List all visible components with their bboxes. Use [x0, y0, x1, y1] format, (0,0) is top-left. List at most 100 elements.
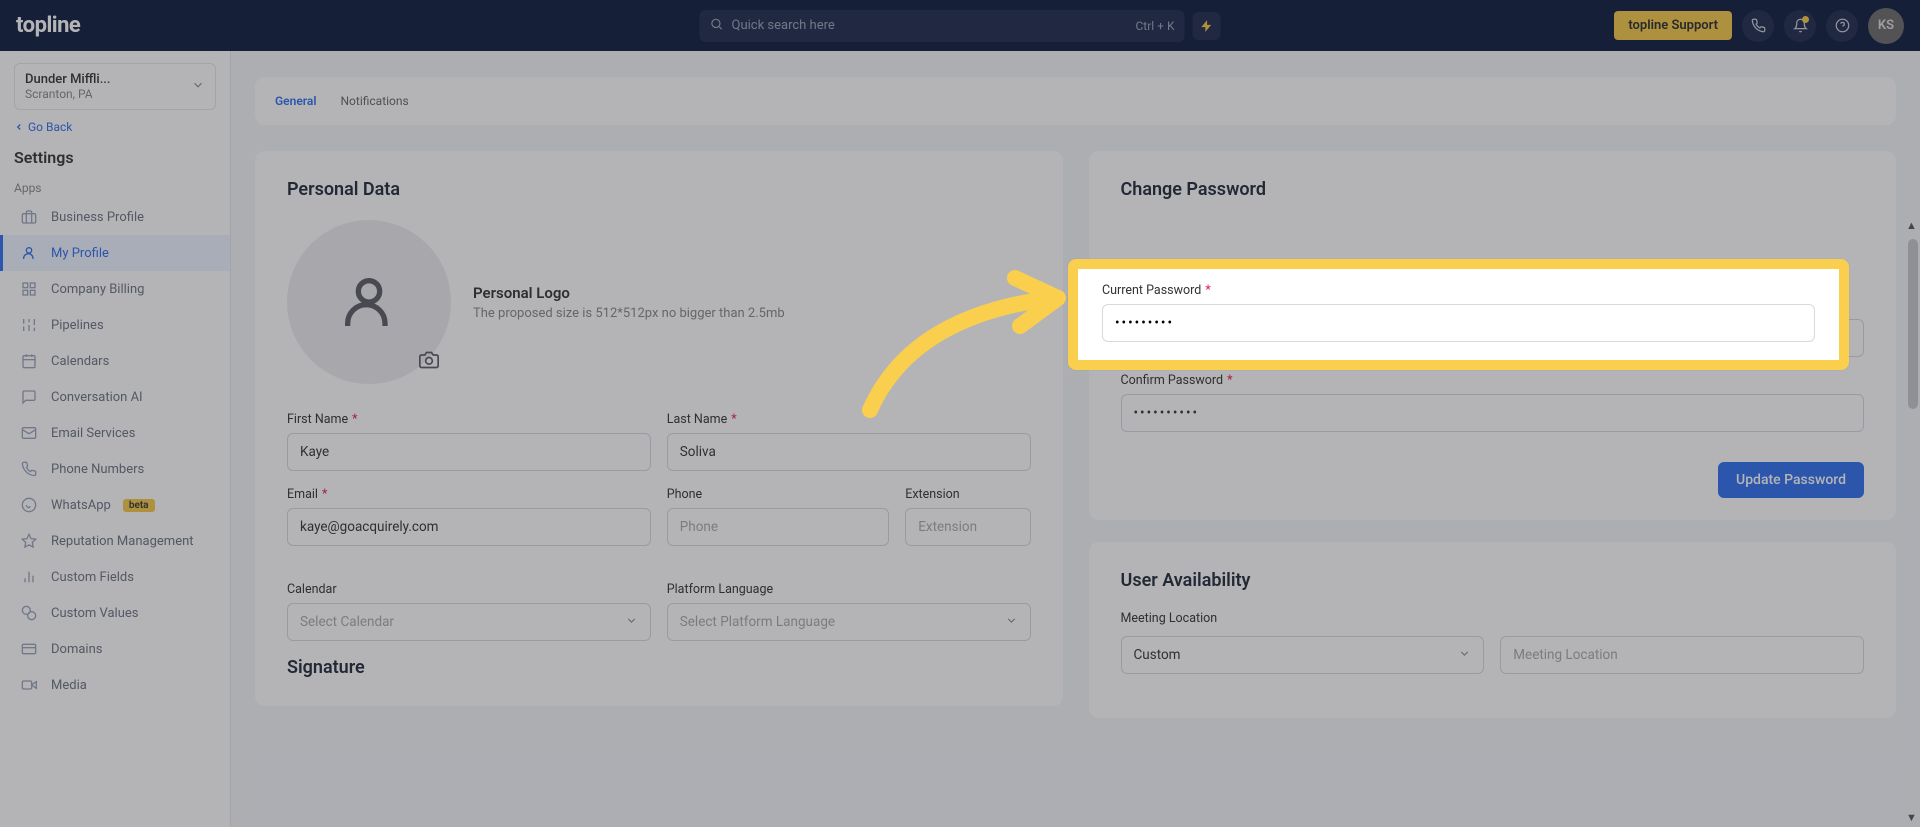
tab-general[interactable]: General [275, 88, 316, 114]
personal-logo-hint: The proposed size is 512*512px no bigger… [473, 306, 785, 321]
user-availability-card: User Availability Meeting Location Custo… [1089, 542, 1897, 718]
first-name-label: First Name* [287, 412, 651, 427]
user-icon [21, 245, 39, 261]
platform-language-label: Platform Language [667, 582, 1031, 597]
sidebar-item-label: Domains [51, 642, 102, 657]
sidebar-item-calendars[interactable]: Calendars [0, 343, 230, 379]
last-name-input[interactable] [667, 433, 1031, 471]
sidebar-item-whatsapp[interactable]: WhatsApp beta [0, 487, 230, 523]
phone-button[interactable] [1742, 10, 1774, 42]
chevron-down-icon [625, 614, 638, 631]
sidebar-item-label: Reputation Management [51, 534, 194, 549]
scroll-up-icon[interactable]: ▲ [1906, 219, 1920, 233]
sidebar-item-label: Media [51, 678, 87, 693]
last-name-label: Last Name* [667, 412, 1031, 427]
sidebar-item-media[interactable]: Media [0, 667, 230, 703]
sidebar-item-pipelines[interactable]: Pipelines [0, 307, 230, 343]
change-password-heading: Change Password [1121, 179, 1865, 200]
coins-icon [21, 605, 39, 621]
tabs-bar: General Notifications [255, 77, 1896, 125]
meeting-location-type-select[interactable]: Custom [1121, 636, 1485, 674]
phone-input[interactable] [667, 508, 889, 546]
sidebar-item-business-profile[interactable]: Business Profile [0, 199, 230, 235]
go-back-link[interactable]: Go Back [14, 120, 216, 134]
sidebar-item-domains[interactable]: Domains [0, 631, 230, 667]
sidebar-item-label: Conversation AI [51, 390, 143, 405]
beta-badge: beta [123, 499, 155, 512]
personal-data-heading: Personal Data [287, 179, 1031, 200]
update-password-button[interactable]: Update Password [1718, 462, 1864, 498]
personal-logo-avatar[interactable] [287, 220, 451, 384]
sidebar-item-label: WhatsApp [51, 498, 111, 513]
signature-heading: Signature [287, 657, 1031, 678]
calendar-select[interactable]: Select Calendar [287, 603, 651, 641]
chat-icon [21, 389, 39, 405]
confirm-password-input[interactable] [1121, 394, 1865, 432]
chart-icon [21, 569, 39, 585]
video-icon [21, 677, 39, 693]
sidebar-item-custom-fields[interactable]: Custom Fields [0, 559, 230, 595]
sidebar-item-email-services[interactable]: Email Services [0, 415, 230, 451]
sidebar-item-reputation-management[interactable]: Reputation Management [0, 523, 230, 559]
support-button[interactable]: topline Support [1614, 11, 1732, 40]
platform-language-select[interactable]: Select Platform Language [667, 603, 1031, 641]
notifications-button[interactable] [1784, 10, 1816, 42]
phone-icon [21, 461, 39, 477]
star-icon [21, 533, 39, 549]
camera-icon[interactable] [419, 350, 439, 374]
chevron-down-icon [191, 77, 205, 96]
sidebar-item-label: Calendars [51, 354, 109, 369]
extension-input[interactable] [905, 508, 1030, 546]
meeting-location-label: Meeting Location [1121, 611, 1865, 626]
current-password-input[interactable] [1102, 304, 1815, 342]
sidebar-item-label: Phone Numbers [51, 462, 144, 477]
extension-label: Extension [905, 487, 1030, 502]
scroll-down-icon[interactable]: ▼ [1906, 811, 1920, 825]
sidebar-item-my-profile[interactable]: My Profile [0, 235, 230, 271]
first-name-input[interactable] [287, 433, 651, 471]
grid-icon [21, 281, 39, 297]
search-placeholder: Quick search here [732, 18, 835, 33]
search-shortcut: Ctrl + K [1135, 19, 1174, 33]
sidebar-item-company-billing[interactable]: Company Billing [0, 271, 230, 307]
email-input[interactable] [287, 508, 651, 546]
sidebar-item-label: Business Profile [51, 210, 144, 225]
confirm-password-label: Confirm Password* [1121, 373, 1865, 388]
tab-notifications[interactable]: Notifications [340, 88, 408, 114]
scrollbar-thumb[interactable] [1908, 239, 1918, 409]
mail-icon [21, 425, 39, 441]
notification-dot-icon [1802, 16, 1809, 23]
sidebar-item-label: Company Billing [51, 282, 144, 297]
sidebar-item-conversation-ai[interactable]: Conversation AI [0, 379, 230, 415]
global-search[interactable]: Quick search here Ctrl + K [700, 10, 1185, 42]
calendar-label: Calendar [287, 582, 651, 597]
search-icon [710, 17, 724, 35]
sidebar-item-custom-values[interactable]: Custom Values [0, 595, 230, 631]
current-password-label: Current Password* [1102, 283, 1815, 298]
sliders-icon [21, 317, 39, 333]
briefcase-icon [21, 209, 39, 225]
settings-heading: Settings [0, 148, 230, 177]
bolt-button[interactable] [1193, 12, 1221, 40]
sidebar-item-phone-numbers[interactable]: Phone Numbers [0, 451, 230, 487]
help-button[interactable] [1826, 10, 1858, 42]
sidebar-item-label: Pipelines [51, 318, 104, 333]
card-icon [21, 641, 39, 657]
sidebar-item-label: Email Services [51, 426, 135, 441]
personal-data-card: Personal Data Personal Logo The proposed [255, 151, 1063, 706]
apps-heading: Apps [0, 177, 230, 199]
user-icon [337, 270, 401, 334]
meeting-location-input[interactable] [1500, 636, 1864, 674]
user-avatar[interactable]: KS [1868, 8, 1904, 44]
personal-logo-title: Personal Logo [473, 284, 785, 302]
email-label: Email* [287, 487, 651, 502]
org-name: Dunder Miffli... [25, 72, 111, 87]
sidebar-item-label: Custom Fields [51, 570, 134, 585]
chevron-down-icon [1005, 614, 1018, 631]
org-selector[interactable]: Dunder Miffli... Scranton, PA [14, 63, 216, 110]
chevron-down-icon [1458, 647, 1471, 664]
annotation-highlight: Current Password* [1068, 259, 1849, 370]
phone-label: Phone [667, 487, 889, 502]
sidebar-item-label: My Profile [51, 246, 109, 261]
whatsapp-icon [21, 497, 39, 513]
